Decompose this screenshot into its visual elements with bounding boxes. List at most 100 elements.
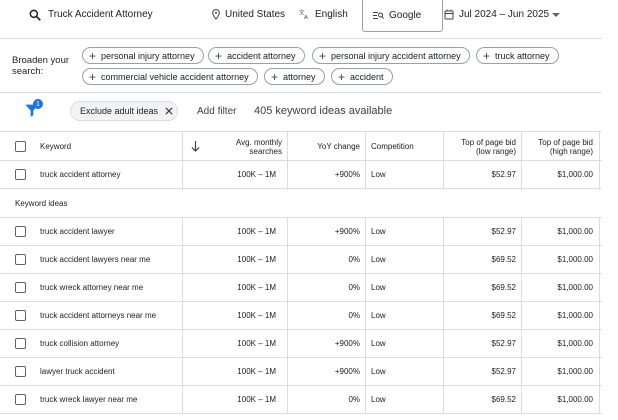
- table-row[interactable]: truck accident attorneys near me 100K – 1…: [0, 302, 602, 330]
- bid-high-cell: $1,000.00: [557, 367, 593, 376]
- column-divider: [521, 274, 522, 302]
- row-checkbox[interactable]: [15, 310, 26, 321]
- competition-cell: Low: [371, 255, 386, 264]
- searches-cell: 100K – 1M: [237, 339, 276, 348]
- column-divider: [287, 330, 288, 358]
- divider: [0, 92, 602, 93]
- column-divider: [521, 131, 522, 190]
- table-row[interactable]: lawyer truck accident 100K – 1M +900% Low $5…: [0, 358, 602, 386]
- keyword-cell: truck accident lawyer: [40, 227, 115, 236]
- column-header-yoy-change[interactable]: YoY change: [290, 132, 360, 161]
- searches-cell: 100K – 1M: [237, 170, 276, 179]
- column-divider: [599, 246, 600, 274]
- exclude-adult-ideas-chip[interactable]: Exclude adult ideas: [70, 101, 178, 121]
- search-icon: [29, 9, 41, 21]
- plus-icon: +: [338, 69, 346, 84]
- location-selector[interactable]: United States: [212, 9, 285, 20]
- row-checkbox[interactable]: [15, 394, 26, 405]
- bid-high-cell: $1,000.00: [557, 170, 593, 179]
- bid-low-cell: $69.52: [491, 395, 516, 404]
- table-row[interactable]: truck accident lawyer 100K – 1M +900% Low $5…: [0, 218, 602, 246]
- column-divider: [287, 246, 288, 274]
- keyword-ideas-count: 405 keyword ideas available: [254, 105, 393, 117]
- column-divider: [599, 358, 600, 386]
- plus-icon: +: [271, 69, 279, 84]
- broaden-chip[interactable]: + commercial vehicle accident attorney: [82, 68, 258, 85]
- filter-count-badge: 1: [33, 99, 43, 109]
- table-row[interactable]: truck wreck attorney near me 100K – 1M 0% L…: [0, 274, 602, 302]
- column-divider: [365, 274, 366, 302]
- date-range-selector[interactable]: Jul 2024 – Jun 2025: [444, 9, 549, 20]
- column-header-bid-high[interactable]: Top of page bid (high range): [523, 132, 593, 161]
- plus-icon: +: [215, 48, 223, 63]
- searches-cell: 100K – 1M: [237, 311, 276, 320]
- table-row[interactable]: truck accident attorney 100K – 1M +900% …: [0, 161, 602, 189]
- column-divider: [599, 131, 600, 190]
- table-row[interactable]: truck collision attorney 100K – 1M +900% Lo…: [0, 330, 602, 358]
- broaden-chip[interactable]: + personal injury accident attorney: [312, 47, 470, 64]
- yoy-cell: +900%: [334, 367, 360, 376]
- column-divider: [365, 218, 366, 246]
- yoy-cell: 0%: [348, 283, 360, 292]
- chevron-down-icon[interactable]: [552, 13, 560, 17]
- yoy-cell: +900%: [334, 170, 360, 179]
- column-header-keyword[interactable]: Keyword: [40, 132, 140, 161]
- divider: [0, 38, 602, 39]
- competition-cell: Low: [371, 367, 386, 376]
- row-checkbox[interactable]: [15, 169, 26, 180]
- column-divider: [182, 386, 183, 414]
- broaden-chip[interactable]: + truck attorney: [476, 47, 559, 64]
- column-divider: [365, 386, 366, 414]
- location-pin-icon: [212, 9, 220, 20]
- chip-label: accident: [350, 71, 384, 82]
- row-checkbox[interactable]: [15, 366, 26, 377]
- bid-low-cell: $52.97: [491, 170, 516, 179]
- broaden-chip[interactable]: + accident: [331, 68, 393, 85]
- column-divider: [443, 302, 444, 330]
- column-divider: [287, 274, 288, 302]
- svg-text:A: A: [304, 15, 308, 20]
- search-query[interactable]: Truck Accident Attorney: [48, 9, 153, 20]
- column-divider: [443, 246, 444, 274]
- broaden-chip[interactable]: + personal injury attorney: [82, 47, 204, 64]
- chip-label: Exclude adult ideas: [80, 106, 159, 116]
- competition-cell: Low: [371, 339, 386, 348]
- chip-label: personal injury accident attorney: [331, 50, 461, 61]
- bid-high-cell: $1,000.00: [557, 255, 593, 264]
- table-row[interactable]: truck wreck lawyer near me 100K – 1M 0% Low…: [0, 386, 602, 414]
- column-divider: [365, 246, 366, 274]
- column-header-competition[interactable]: Competition: [371, 132, 441, 161]
- search-engine-label: Google: [389, 9, 422, 21]
- row-checkbox[interactable]: [15, 282, 26, 293]
- column-header-bid-low[interactable]: Top of page bid (low range): [446, 132, 516, 161]
- table-row[interactable]: truck accident lawyers near me 100K – 1M 0…: [0, 246, 602, 274]
- column-divider: [182, 302, 183, 330]
- close-icon[interactable]: [165, 107, 173, 115]
- bid-low-cell: $52.97: [491, 227, 516, 236]
- bid-low-cell: $69.52: [491, 255, 516, 264]
- column-divider: [443, 330, 444, 358]
- top-bar: Truck Accident Attorney United States 文 …: [0, 0, 618, 36]
- row-checkbox[interactable]: [15, 254, 26, 265]
- yoy-cell: 0%: [348, 255, 360, 264]
- location-label: United States: [225, 9, 286, 20]
- column-header-avg-monthly-searches[interactable]: Avg. monthly searches: [212, 132, 282, 161]
- broaden-chip[interactable]: + accident attorney: [208, 47, 305, 64]
- keyword-cell: truck collision attorney: [40, 339, 120, 348]
- bid-high-cell: $1,000.00: [557, 339, 593, 348]
- column-divider: [182, 330, 183, 358]
- select-all-checkbox[interactable]: [15, 141, 26, 152]
- row-checkbox[interactable]: [15, 338, 26, 349]
- broaden-chip[interactable]: + attorney: [264, 68, 325, 85]
- language-selector[interactable]: 文 A English: [299, 9, 348, 20]
- column-divider: [521, 330, 522, 358]
- add-filter-button[interactable]: Add filter: [197, 106, 236, 117]
- column-divider: [599, 302, 600, 330]
- sort-arrow-icon[interactable]: [191, 141, 200, 152]
- yoy-cell: 0%: [348, 395, 360, 404]
- search-engine-selector[interactable]: Google: [362, 0, 443, 32]
- row-checkbox[interactable]: [15, 226, 26, 237]
- column-divider: [443, 274, 444, 302]
- keyword-cell: truck accident lawyers near me: [40, 255, 151, 264]
- keyword-cell: truck wreck lawyer near me: [40, 395, 138, 404]
